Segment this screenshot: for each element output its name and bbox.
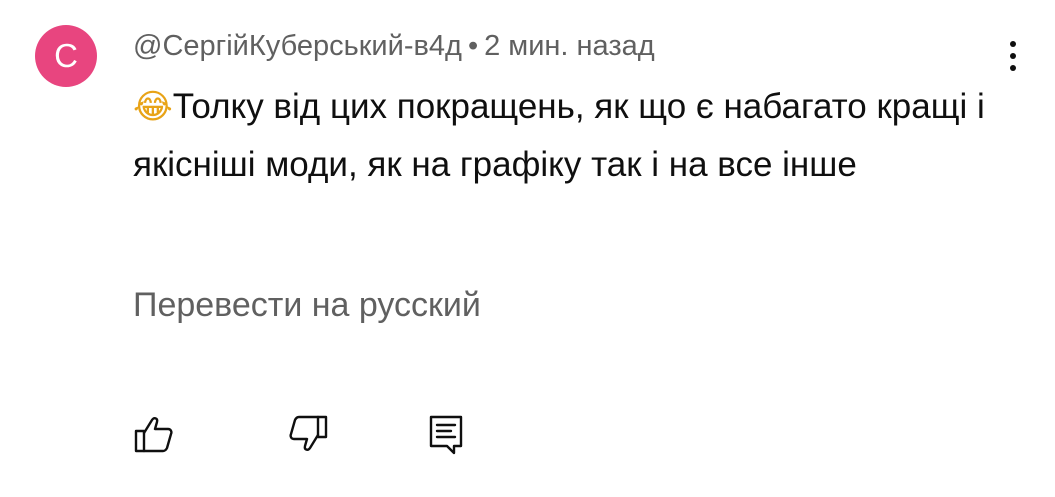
avatar[interactable]: C bbox=[35, 25, 97, 87]
menu-dot bbox=[1010, 65, 1016, 71]
thumbs-down-icon bbox=[289, 415, 328, 451]
comment-body: Толку від цих покращень, як що є набагат… bbox=[133, 87, 985, 184]
comment-timestamp: 2 мин. назад bbox=[484, 30, 655, 62]
reply-button[interactable] bbox=[424, 412, 468, 456]
menu-dot bbox=[1010, 41, 1016, 47]
comment-header: @СергійКуберський-в4д • 2 мин. назад bbox=[133, 28, 655, 64]
meta-separator: • bbox=[467, 30, 479, 62]
more-options-icon[interactable] bbox=[995, 34, 1031, 78]
dislike-button[interactable] bbox=[286, 412, 330, 456]
author-handle[interactable]: @СергійКуберський-в4д bbox=[133, 30, 462, 62]
menu-dot bbox=[1010, 53, 1016, 59]
comment-text: 😂Толку від цих покращень, як що є набага… bbox=[133, 78, 1013, 193]
thumbs-up-icon bbox=[134, 417, 173, 453]
laughing-emoji-icon: 😂 bbox=[133, 87, 173, 127]
translate-button[interactable]: Перевести на русский bbox=[133, 283, 481, 327]
like-button[interactable] bbox=[132, 412, 176, 456]
reply-comment-icon bbox=[429, 415, 463, 455]
